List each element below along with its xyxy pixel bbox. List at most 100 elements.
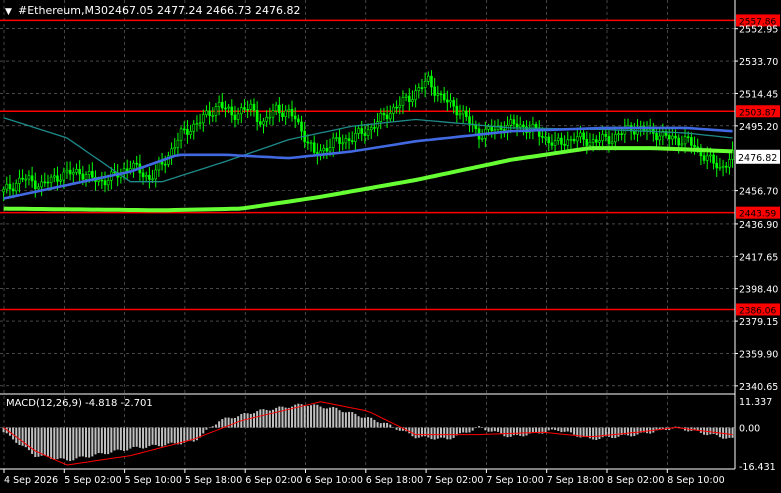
time-tick-label: 8 Sep 10:00 (667, 475, 724, 486)
macd-tick-label: 11.337 (739, 397, 772, 408)
macd-tick-label: -16.431 (739, 462, 776, 473)
candle-body (338, 137, 341, 144)
candle-body (170, 148, 173, 157)
candle-body (350, 140, 354, 142)
macd-bar (113, 427, 116, 451)
dropdown-icon[interactable]: ▼ (5, 7, 12, 17)
symbol-label: #Ethereum,M30 (18, 4, 108, 17)
macd-bar (21, 427, 24, 446)
candle-body (40, 181, 43, 188)
macd-bar (398, 427, 401, 431)
candle-body (382, 113, 386, 116)
candle-body (52, 175, 56, 178)
macd-bar (62, 427, 65, 459)
candle-body (284, 110, 287, 117)
candle-body (598, 140, 601, 143)
candle-body (18, 177, 21, 184)
macd-bar (170, 427, 173, 443)
candle-body (430, 75, 433, 88)
candle-body (195, 123, 199, 125)
price-tick-label: 2417.65 (739, 252, 778, 263)
macd-bar (75, 427, 78, 459)
candle-body (607, 136, 611, 144)
candle-body (91, 171, 94, 178)
candle-body (560, 137, 563, 145)
macd-bar (392, 427, 395, 428)
macd-bar (512, 427, 515, 436)
candle-body (715, 162, 719, 169)
candle-body (401, 97, 405, 106)
macd-bar (728, 427, 731, 438)
candle-body (566, 139, 570, 146)
macd-bar (395, 427, 398, 430)
macd-bar (173, 427, 176, 444)
candle-body (696, 146, 700, 149)
macd-bar (614, 427, 617, 439)
candle-body (132, 162, 135, 169)
macd-bar (167, 427, 170, 444)
candle-body (68, 169, 72, 175)
macd-bar (59, 427, 62, 459)
candle-body (75, 168, 78, 173)
macd-bar (566, 427, 569, 432)
candle-body (335, 137, 338, 139)
candle-body (585, 139, 589, 146)
macd-bar (465, 427, 468, 433)
candle-body (201, 114, 205, 124)
candle-body (718, 166, 722, 169)
macd-bar (319, 406, 322, 428)
candle-body (46, 181, 50, 184)
candle-body (243, 107, 246, 110)
macd-bar (176, 427, 179, 445)
candle-body (582, 132, 585, 140)
candle-body (151, 178, 154, 181)
macd-bar (474, 427, 477, 429)
candle-body (594, 139, 598, 143)
macd-bar (325, 408, 328, 428)
macd-bar (357, 416, 360, 428)
macd-bar (354, 413, 357, 428)
candle-body (227, 106, 230, 109)
candle-body (411, 99, 414, 102)
chart-canvas[interactable]: 2557.862503.872443.592386.06 2476.82 11.… (0, 0, 781, 489)
macd-bar (427, 427, 430, 438)
time-tick-label: 6 Sep 02:00 (245, 475, 302, 486)
ohlc-readout: 2467.05 2477.24 2466.73 2476.82 (108, 4, 300, 17)
macd-bar (151, 427, 154, 445)
macd-bar (563, 427, 566, 432)
macd-bar (370, 417, 373, 428)
candle-body (100, 179, 104, 182)
time-tick-label: 4 Sep 2026 (4, 475, 58, 486)
macd-bar (281, 406, 284, 428)
candle-body (265, 116, 268, 122)
macd-bar (367, 417, 370, 428)
candle-body (671, 135, 674, 140)
trading-chart[interactable]: 2557.86 2503.87 2443.59 2386.06 2476.82 11.… (0, 0, 781, 489)
macd-bar (119, 427, 122, 451)
macd-bar (40, 427, 43, 456)
candle-body (388, 113, 392, 120)
candle-body (563, 143, 566, 146)
candle-body (569, 138, 573, 141)
candle-body (373, 127, 376, 129)
candle-body (249, 103, 253, 110)
macd-bar (249, 413, 252, 428)
macd-bar (81, 427, 84, 457)
time-tick-label: 5 Sep 10:00 (125, 475, 182, 486)
candle-body (271, 110, 275, 118)
price-tick-label: 2379.15 (739, 317, 778, 328)
macd-bar (142, 427, 145, 449)
candle-body (331, 137, 335, 148)
macd-bar (478, 426, 481, 428)
candle-body (385, 114, 389, 120)
candle-body (103, 180, 107, 186)
macd-bar (214, 424, 217, 428)
candle-body (683, 136, 687, 145)
macd-bar (46, 427, 49, 458)
candle-body (262, 120, 265, 125)
candle-body (601, 134, 604, 141)
macd-bar (313, 404, 316, 428)
macd-bar (221, 419, 224, 428)
macd-bar (100, 427, 103, 454)
macd-bar (493, 427, 496, 432)
